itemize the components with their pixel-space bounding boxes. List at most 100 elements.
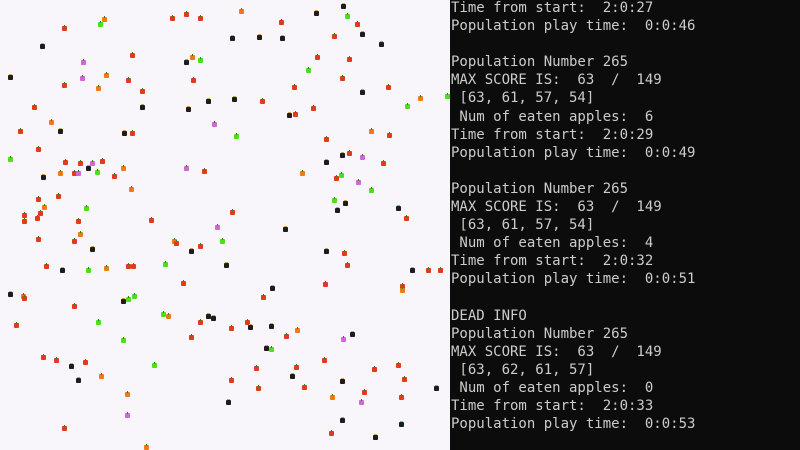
green-apple-icon xyxy=(339,172,344,178)
red-apple-icon xyxy=(35,215,40,221)
bug-icon xyxy=(226,399,231,405)
bug-icon xyxy=(287,112,292,118)
red-apple-icon xyxy=(32,104,37,110)
console-line: Num of eaten apples: 6 xyxy=(451,108,654,125)
red-apple-icon xyxy=(22,218,27,224)
green-apple-icon xyxy=(132,293,137,299)
red-apple-icon xyxy=(198,319,203,325)
red-apple-icon xyxy=(76,218,81,224)
red-apple-icon xyxy=(14,322,19,328)
red-apple-icon xyxy=(362,389,367,395)
red-apple-icon xyxy=(402,376,407,382)
red-apple-icon xyxy=(324,136,329,142)
orange-fruit-icon xyxy=(144,444,149,450)
red-apple-icon xyxy=(184,11,189,17)
bug-icon xyxy=(360,89,365,95)
red-apple-icon xyxy=(112,173,117,179)
red-apple-icon xyxy=(279,19,284,25)
red-apple-icon xyxy=(347,150,352,156)
bug-icon xyxy=(184,59,189,65)
bug-icon xyxy=(206,98,211,104)
bug-icon xyxy=(189,248,194,254)
red-apple-icon xyxy=(36,236,41,242)
console-output: Time from start: 2:0:27 Population play … xyxy=(450,0,800,450)
bug-icon xyxy=(86,165,91,171)
red-apple-icon xyxy=(72,238,77,244)
bug-icon xyxy=(8,74,13,80)
orange-fruit-icon xyxy=(300,170,305,176)
red-apple-icon xyxy=(36,146,41,152)
bug-icon xyxy=(186,106,191,112)
orange-fruit-icon xyxy=(166,313,171,319)
console-line: Time from start: 2:0:32 xyxy=(451,253,654,270)
orange-fruit-icon xyxy=(104,265,109,271)
pink-berry-icon xyxy=(212,121,217,127)
red-apple-icon xyxy=(83,359,88,365)
red-apple-icon xyxy=(100,158,105,164)
console-line: [63, 62, 61, 57] xyxy=(451,361,595,378)
red-apple-icon xyxy=(387,132,392,138)
red-apple-icon xyxy=(396,362,401,368)
bug-icon xyxy=(379,41,384,47)
red-apple-icon xyxy=(130,52,135,58)
green-apple-icon xyxy=(269,346,274,352)
bug-icon xyxy=(270,285,275,291)
pink-berry-icon xyxy=(356,179,361,185)
bug-icon xyxy=(140,104,145,110)
red-apple-icon xyxy=(18,128,23,134)
orange-fruit-icon xyxy=(418,95,423,101)
green-apple-icon xyxy=(369,187,374,193)
orange-fruit-icon xyxy=(42,204,47,210)
red-apple-icon xyxy=(62,425,67,431)
bug-icon xyxy=(373,434,378,440)
green-apple-icon xyxy=(84,205,89,211)
bug-icon xyxy=(343,200,348,206)
red-apple-icon xyxy=(256,385,261,391)
red-apple-icon xyxy=(315,54,320,60)
red-apple-icon xyxy=(126,77,131,83)
red-apple-icon xyxy=(22,295,27,301)
console-line: [63, 61, 57, 54] xyxy=(451,217,595,234)
console-line: DEAD INFO xyxy=(451,307,527,324)
red-apple-icon xyxy=(292,84,297,90)
orange-fruit-icon xyxy=(330,394,335,400)
red-apple-icon xyxy=(140,88,145,94)
red-apple-icon xyxy=(72,303,77,309)
green-apple-icon xyxy=(152,362,157,368)
console-line: MAX SCORE IS: 63 / 149 xyxy=(451,343,662,360)
red-apple-icon xyxy=(198,15,203,21)
red-apple-icon xyxy=(355,21,360,27)
pink-berry-icon xyxy=(215,224,220,230)
green-apple-icon xyxy=(86,267,91,273)
red-apple-icon xyxy=(323,281,328,287)
red-apple-icon xyxy=(229,325,234,331)
red-apple-icon xyxy=(254,365,259,371)
console-line: [63, 61, 57, 54] xyxy=(451,90,595,107)
bug-icon xyxy=(58,128,63,134)
bug-icon xyxy=(314,10,319,16)
bug-icon xyxy=(280,35,285,41)
red-apple-icon xyxy=(131,263,136,269)
red-apple-icon xyxy=(44,263,49,269)
red-apple-icon xyxy=(347,56,352,62)
red-apple-icon xyxy=(294,364,299,370)
red-apple-icon xyxy=(130,130,135,136)
orange-fruit-icon xyxy=(58,170,63,176)
red-apple-icon xyxy=(170,15,175,21)
console-lines: Time from start: 2:0:27 Population play … xyxy=(450,0,695,433)
pink-berry-icon xyxy=(184,165,189,171)
red-apple-icon xyxy=(260,98,265,104)
console-line: Num of eaten apples: 4 xyxy=(451,235,654,252)
red-apple-icon xyxy=(229,377,234,383)
red-apple-icon xyxy=(202,168,207,174)
red-apple-icon xyxy=(54,357,59,363)
bug-icon xyxy=(350,331,355,337)
red-apple-icon xyxy=(426,267,431,273)
console-line: Population play time: 0:0:46 xyxy=(451,18,696,35)
red-apple-icon xyxy=(191,77,196,83)
green-apple-icon xyxy=(220,238,225,244)
orange-fruit-icon xyxy=(129,186,134,192)
bug-icon xyxy=(434,385,439,391)
red-apple-icon xyxy=(342,250,347,256)
